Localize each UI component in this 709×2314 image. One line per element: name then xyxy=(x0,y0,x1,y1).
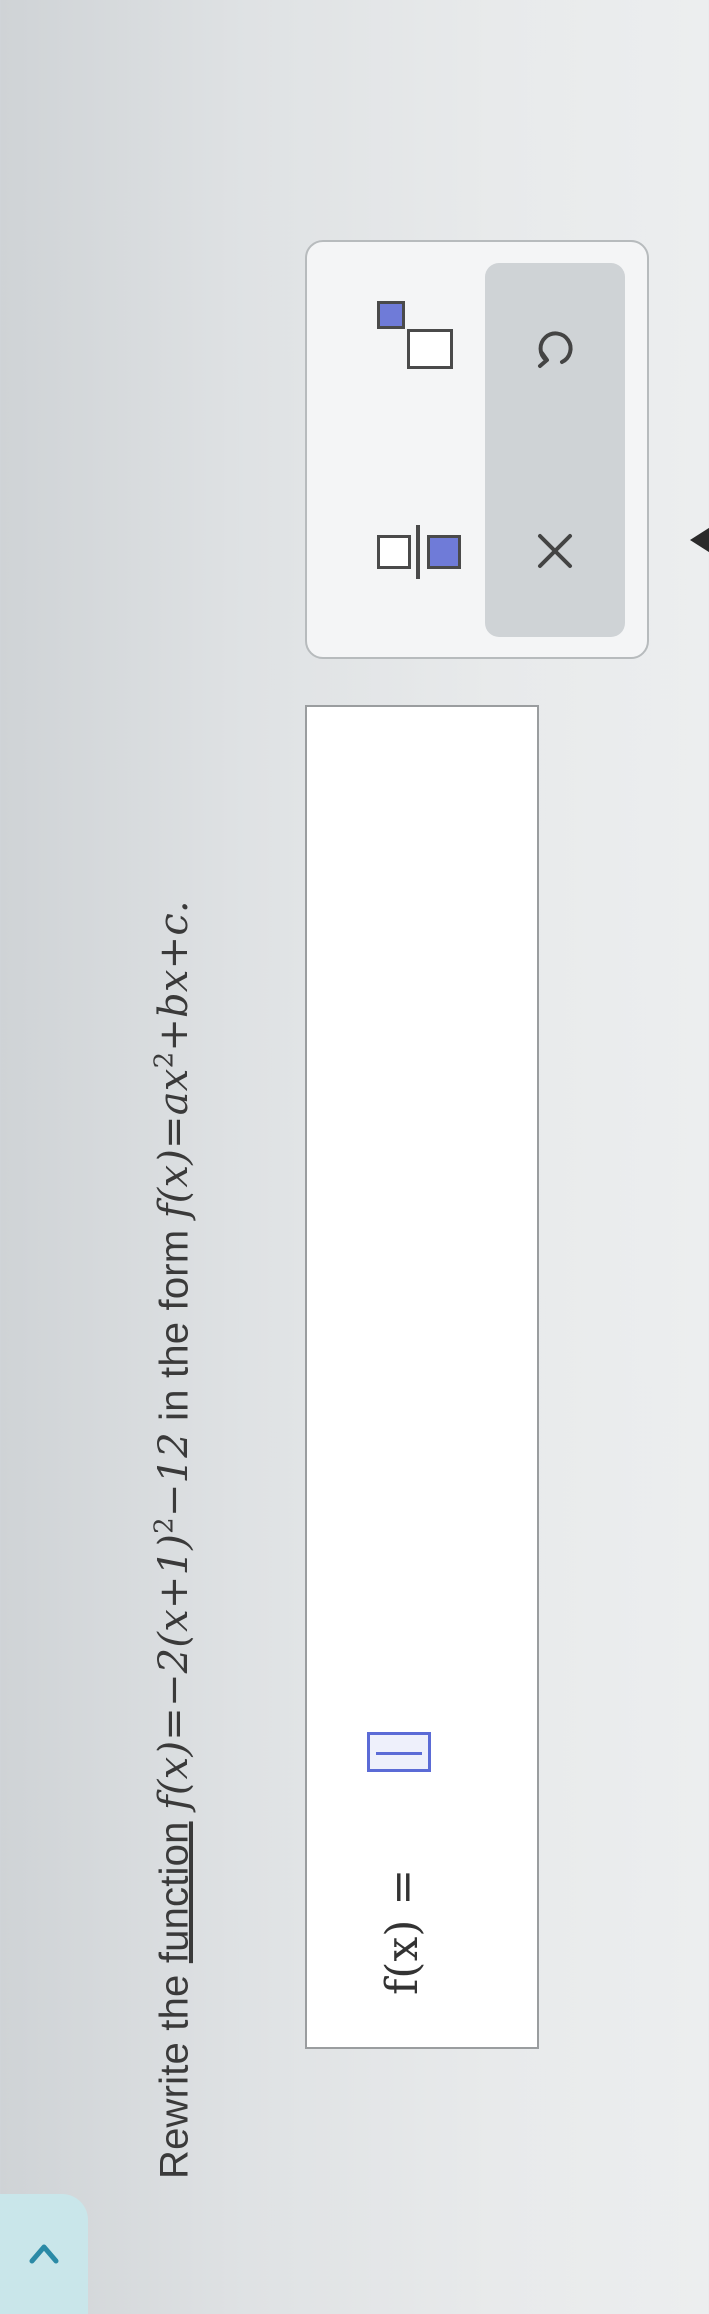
question-prefix: Rewrite the xyxy=(152,1974,197,2179)
clear-button[interactable] xyxy=(517,513,593,589)
close-icon xyxy=(538,534,572,568)
exponent-button[interactable] xyxy=(367,287,467,377)
question-prompt: Rewrite the function f(x)=−2(x+1)2−12 in… xyxy=(150,900,197,2179)
given-function: f(x)=−2(x+1)2−12 xyxy=(150,1432,198,1811)
answer-input-area[interactable]: f(x) = xyxy=(305,705,539,2049)
fraction-template-icon xyxy=(377,535,411,569)
screen-content: Rewrite the function f(x)=−2(x+1)2−12 in… xyxy=(0,0,709,2314)
fraction-button[interactable] xyxy=(367,517,467,587)
exponent-template-icon xyxy=(407,329,453,369)
action-bar xyxy=(485,263,625,637)
target-form: f(x)=ax2+bx+c. xyxy=(150,900,198,1219)
question-middle: in the form xyxy=(152,1229,197,1421)
expand-nav-button[interactable] xyxy=(0,2194,88,2314)
function-link[interactable]: function xyxy=(152,1821,196,1963)
pointer-cursor xyxy=(690,526,709,554)
undo-icon xyxy=(538,331,573,368)
answer-input-slot[interactable] xyxy=(367,1732,431,1772)
chevron-right-icon xyxy=(29,2244,59,2264)
answer-label: f(x) = xyxy=(377,1868,428,1995)
undo-button[interactable] xyxy=(517,311,593,387)
math-tool-panel xyxy=(305,240,649,659)
